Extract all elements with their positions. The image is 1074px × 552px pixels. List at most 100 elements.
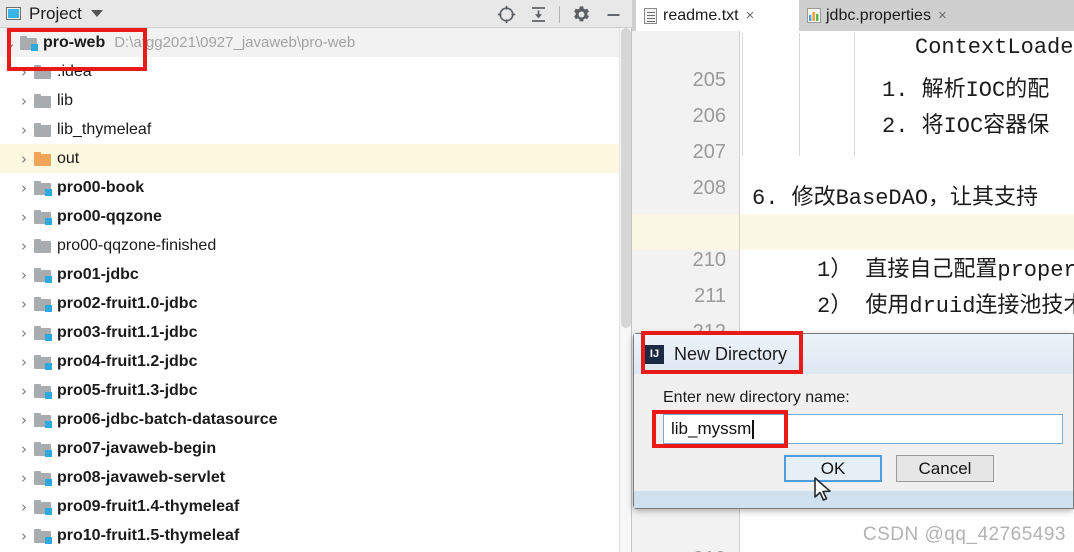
line-number: 206 — [692, 105, 726, 127]
tree-row-label: pro00-qqzone — [57, 207, 162, 225]
collapse-all-icon[interactable] — [523, 1, 553, 27]
tree-row-pro07-javaweb-begin[interactable]: › pro07-javaweb-begin — [0, 434, 620, 463]
minimize-icon[interactable] — [598, 1, 628, 27]
expand-arrow-icon[interactable]: › — [14, 92, 34, 110]
expand-arrow-icon[interactable]: › — [14, 179, 34, 197]
editor-tab-jdbc-properties[interactable]: jdbc.properties × — [799, 0, 984, 31]
line-number: 211 — [694, 285, 726, 307]
folder-icon — [34, 470, 52, 486]
tree-row-label: out — [57, 149, 80, 167]
tree-row-out[interactable]: › out — [0, 144, 620, 173]
expand-arrow-icon[interactable]: › — [14, 498, 34, 516]
expand-arrow-icon[interactable]: › — [14, 411, 34, 429]
tree-row-lib-thymeleaf[interactable]: › lib_thymeleaf — [0, 115, 620, 144]
expand-arrow-icon[interactable]: › — [14, 324, 34, 342]
expand-arrow-icon[interactable]: › — [14, 121, 34, 139]
expand-arrow-icon[interactable]: › — [14, 237, 34, 255]
project-icon — [6, 7, 21, 20]
project-panel-actions — [491, 0, 628, 28]
tree-row-label: pro03-fruit1.1-jdbc — [57, 323, 198, 341]
tree-row-lib[interactable]: › lib — [0, 86, 620, 115]
gear-icon[interactable] — [566, 1, 596, 27]
folder-icon — [34, 383, 52, 399]
annotation-box-input — [652, 410, 788, 448]
tree-row-pro01-jdbc[interactable]: › pro01-jdbc — [0, 260, 620, 289]
tree-row-pro05-fruit1-3-jdbc[interactable]: › pro05-fruit1.3-jdbc — [0, 376, 620, 405]
folder-icon — [34, 354, 52, 370]
line-number: 207 — [692, 141, 726, 163]
tree-row-pro02-fruit1-0-jdbc[interactable]: › pro02-fruit1.0-jdbc — [0, 289, 620, 318]
tree-row-label: pro00-book — [57, 178, 145, 196]
folder-icon — [34, 151, 51, 166]
toolbar-separator — [559, 5, 560, 23]
tree-row-pro00-book[interactable]: › pro00-book — [0, 173, 620, 202]
code-line: 6. 修改BaseDAO，让其支持 — [752, 186, 1039, 211]
project-tree[interactable]: ⌄ pro-web D:\atgg2021\0927_javaweb\pro-web… — [0, 28, 620, 552]
cancel-button[interactable]: Cancel — [896, 455, 994, 482]
tree-row-label: lib — [57, 91, 74, 109]
line-number: 210 — [692, 249, 726, 271]
tree-row-pro10-fruit1-5-thymeleaf[interactable]: › pro10-fruit1.5-thymeleaf — [0, 521, 620, 550]
tree-row-label: lib_thymeleaf — [57, 120, 152, 138]
csdn-watermark: CSDN @qq_42765493 — [862, 524, 1066, 545]
code-line: 2. 将IOC容器保 — [882, 114, 1050, 139]
tree-row-label: pro01-jdbc — [57, 265, 139, 283]
scrollbar-thumb[interactable] — [621, 28, 631, 328]
indent-guide — [854, 33, 855, 156]
expand-arrow-icon[interactable]: › — [14, 150, 34, 168]
code-line: 1. 解析IOC的配 — [882, 78, 1050, 103]
editor-tab-readme-txt[interactable]: readme.txt × — [636, 0, 799, 31]
indent-guide — [799, 33, 800, 156]
close-icon[interactable]: × — [938, 7, 947, 24]
expand-arrow-icon[interactable]: › — [14, 208, 34, 226]
folder-icon — [34, 412, 52, 428]
code-line: ContextLoader — [915, 35, 1074, 60]
tree-row-pro08-javaweb-servlet[interactable]: › pro08-javaweb-servlet — [0, 463, 620, 492]
tree-row-pro09-fruit1-4-thymeleaf[interactable]: › pro09-fruit1.4-thymeleaf — [0, 492, 620, 521]
annotation-box-dialog-title — [641, 331, 803, 374]
indent-guide — [742, 33, 743, 156]
line-number: 219 — [693, 548, 726, 552]
tree-row-pro06-jdbc-batch-datasource[interactable]: › pro06-jdbc-batch-datasource — [0, 405, 620, 434]
annotation-box-project-root — [7, 28, 147, 71]
folder-icon — [34, 180, 52, 196]
expand-arrow-icon[interactable]: › — [14, 382, 34, 400]
expand-arrow-icon[interactable]: › — [14, 266, 34, 284]
close-icon[interactable]: × — [746, 7, 755, 24]
folder-icon — [34, 122, 51, 137]
project-tool-window: Project ⌄ pro-web D:\atgg2021\0927_javaw… — [0, 0, 632, 552]
folder-icon — [34, 441, 52, 457]
tree-row-label: pro09-fruit1.4-thymeleaf — [57, 497, 240, 515]
expand-arrow-icon[interactable]: › — [14, 295, 34, 313]
line-number: 208 — [692, 177, 726, 199]
current-line-gutter-highlight — [632, 214, 739, 250]
expand-arrow-icon[interactable]: › — [14, 353, 34, 371]
project-panel-header: Project — [0, 0, 632, 28]
folder-icon — [34, 93, 51, 108]
tree-row-label: pro05-fruit1.3-jdbc — [57, 381, 198, 399]
properties-file-icon — [807, 8, 821, 23]
tree-row-pro04-fruit1-2-jdbc[interactable]: › pro04-fruit1.2-jdbc — [0, 347, 620, 376]
mouse-cursor — [813, 477, 835, 505]
expand-arrow-icon[interactable]: › — [14, 469, 34, 487]
editor-tab-label: readme.txt — [663, 6, 739, 24]
editor-tab-bar: readme.txt × jdbc.properties × — [632, 0, 1074, 31]
locate-icon[interactable] — [491, 1, 521, 27]
folder-icon — [34, 325, 52, 341]
tree-row-pro00-qqzone-finished[interactable]: › pro00-qqzone-finished — [0, 231, 620, 260]
folder-icon — [34, 499, 52, 515]
tree-row-pro03-fruit1-1-jdbc[interactable]: › pro03-fruit1.1-jdbc — [0, 318, 620, 347]
tree-row-label: pro00-qqzone-finished — [57, 236, 217, 254]
folder-icon — [34, 267, 52, 283]
dialog-prompt-label: Enter new directory name: — [663, 389, 850, 406]
expand-arrow-icon[interactable]: › — [14, 440, 34, 458]
folder-icon — [34, 238, 51, 253]
tree-row-label: pro07-javaweb-begin — [57, 439, 217, 457]
tree-row-pro00-qqzone[interactable]: › pro00-qqzone — [0, 202, 620, 231]
chevron-down-icon[interactable] — [90, 10, 103, 17]
project-tree-scrollbar[interactable] — [619, 28, 631, 552]
text-file-icon — [644, 7, 657, 24]
expand-arrow-icon[interactable]: › — [14, 527, 34, 545]
folder-icon — [34, 296, 52, 312]
code-line: 1） 直接自己配置proper — [817, 258, 1074, 283]
